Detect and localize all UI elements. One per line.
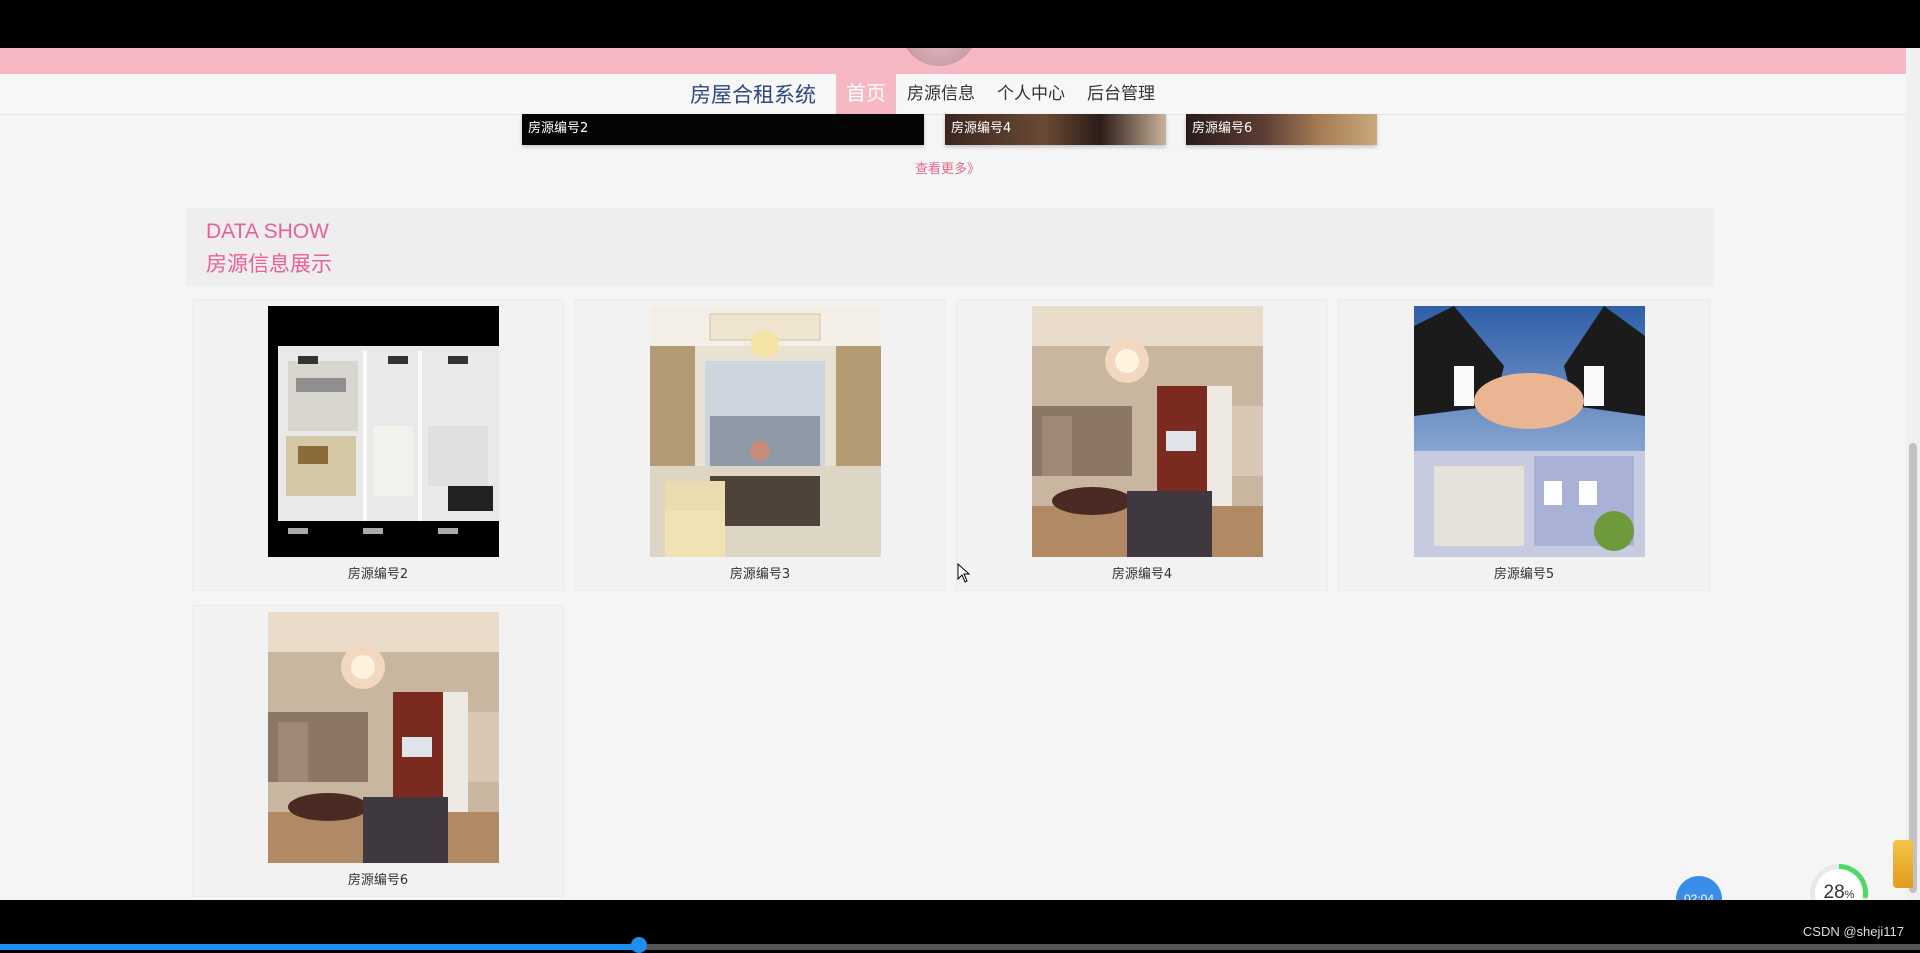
listing-card[interactable]: 房源编号3 [574, 299, 946, 591]
featured-tile[interactable]: 房源编号2 [522, 114, 924, 145]
section-title-cn: 房源信息展示 [206, 253, 332, 276]
mouse-cursor-icon [957, 562, 971, 588]
listing-caption[interactable]: 房源编号2 [193, 563, 563, 582]
listing-card[interactable]: 房源编号2 [192, 299, 564, 591]
video-progress-track[interactable] [0, 937, 1920, 953]
video-player-bar: CSDN @sheji117 [0, 900, 1920, 953]
logo-image [900, 48, 978, 66]
listing-image[interactable] [1414, 306, 1645, 557]
nav-item-admin[interactable]: 后台管理 [1076, 74, 1166, 114]
header-band [0, 48, 1906, 74]
site-brand[interactable]: 房屋合租系统 [690, 79, 816, 109]
listing-image[interactable] [268, 612, 499, 863]
listing-card[interactable]: 房源编号5 [1338, 299, 1710, 591]
video-progress-knob[interactable] [631, 937, 648, 953]
listing-image[interactable] [1032, 306, 1263, 557]
top-navbar: 房屋合租系统 首页 房源信息 个人中心 后台管理 [0, 74, 1906, 115]
page-viewport: 房屋合租系统 首页 房源信息 个人中心 后台管理 房源编号2 房源编号4 房源编… [0, 48, 1920, 900]
watermark-text: CSDN @sheji117 [1802, 924, 1904, 939]
listing-card[interactable]: 房源编号4 [956, 299, 1328, 591]
featured-tile[interactable]: 房源编号4 [945, 114, 1166, 145]
listing-image[interactable] [268, 306, 499, 557]
section-header: DATA SHOW 房源信息展示 [186, 208, 1714, 286]
listing-card[interactable]: 房源编号6 [192, 605, 564, 897]
listing-caption[interactable]: 房源编号5 [1339, 563, 1709, 582]
section-title-en: DATA SHOW [206, 220, 329, 243]
featured-strip: 房源编号2 房源编号4 房源编号6 [0, 114, 1920, 145]
listing-caption[interactable]: 房源编号3 [575, 563, 945, 582]
nav-item-profile[interactable]: 个人中心 [986, 74, 1076, 114]
nav-item-home[interactable]: 首页 [836, 74, 896, 114]
side-pull-tab[interactable] [1893, 840, 1913, 888]
featured-tile[interactable]: 房源编号6 [1186, 114, 1377, 145]
featured-tile-label: 房源编号2 [528, 121, 589, 136]
listing-image[interactable] [650, 306, 881, 557]
video-progress-fill [0, 944, 640, 950]
listing-caption[interactable]: 房源编号6 [193, 869, 563, 888]
scrollbar-thumb[interactable] [1909, 443, 1917, 893]
view-more-link[interactable]: 查看更多》 [915, 158, 980, 177]
listing-caption[interactable]: 房源编号4 [957, 563, 1327, 582]
featured-tile-label: 房源编号6 [1192, 121, 1253, 136]
featured-tile-label: 房源编号4 [951, 121, 1012, 136]
nav-item-listings[interactable]: 房源信息 [896, 74, 986, 114]
page-scrollbar[interactable] [1906, 48, 1920, 900]
